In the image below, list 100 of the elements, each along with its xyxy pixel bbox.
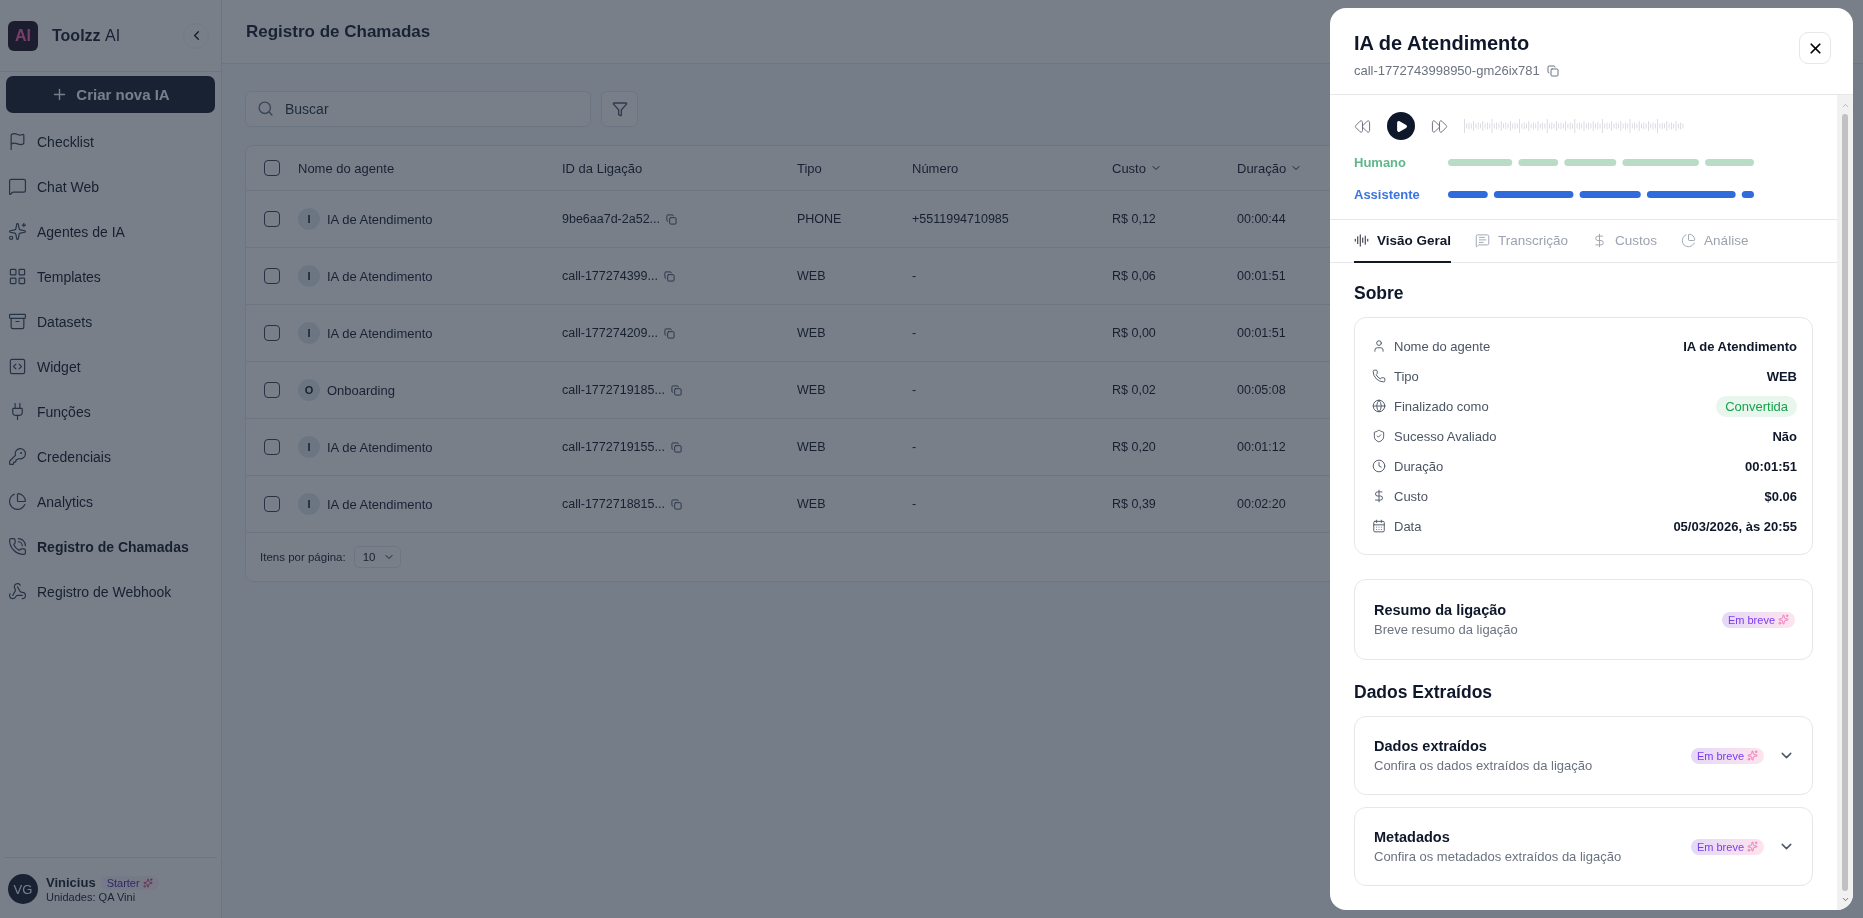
expandable-card[interactable]: Metadados Confira os metadados extraídos da ligação Em breve (1354, 807, 1813, 886)
table-cell: 00:01:51 (1237, 326, 1286, 340)
agent-avatar: I (298, 493, 320, 515)
column-header: Nome do agente (298, 160, 395, 176)
section-title: Sobre (1354, 283, 1405, 304)
table-cell: - (912, 440, 917, 454)
column-header: ID da Ligação (562, 160, 643, 176)
info-value: 00:01:51 (1744, 458, 1797, 474)
copy-icon[interactable] (1546, 64, 1559, 77)
sidebar-item[interactable]: Registro de Webhook (6, 569, 215, 614)
copy-icon[interactable] (663, 270, 675, 282)
card-title: Metadados (1374, 829, 1451, 845)
sidebar-item[interactable]: Widget (6, 344, 215, 389)
info-value: WEB (1766, 368, 1797, 384)
row-checkbox[interactable] (264, 325, 280, 341)
speaker-label: Assistente (1354, 186, 1421, 202)
sparkle-icon (1747, 841, 1758, 852)
sidebar-item[interactable]: Templates (6, 254, 215, 299)
rewind-icon (1354, 117, 1371, 135)
expandable-card[interactable]: Dados extraídos Confira os dados extraídos da ligação Em breve (1354, 716, 1813, 795)
sidebar-item[interactable]: Datasets (6, 299, 215, 344)
audio-lines-icon (1354, 233, 1369, 248)
table-cell: - (912, 269, 917, 283)
search-field[interactable]: Buscar (245, 91, 591, 127)
sidebar-item[interactable]: Chat Web (6, 164, 215, 209)
table-cell: WEB (797, 326, 826, 340)
fast-forward-button[interactable] (1431, 117, 1448, 135)
copy-icon[interactable] (670, 498, 682, 510)
row-checkbox[interactable] (264, 382, 280, 398)
tab[interactable]: Análise (1681, 220, 1749, 263)
select-all-checkbox[interactable] (264, 160, 280, 176)
agent-avatar: I (298, 322, 320, 344)
create-ai-button[interactable]: Criar nova IA (6, 76, 215, 113)
scrollbar[interactable] (1837, 95, 1853, 910)
row-checkbox[interactable] (264, 268, 280, 284)
agent-avatar: I (298, 265, 320, 287)
play-button[interactable] (1387, 112, 1415, 140)
scroll-down-icon[interactable] (1840, 895, 1850, 904)
call-id-cell: call-1772719155... (562, 440, 682, 454)
card-subtitle: Confira os metadados extraídos da ligação (1374, 849, 1623, 864)
app-logo: AI (8, 20, 38, 51)
fast-forward-icon (1431, 117, 1448, 135)
call-id: call-1772743998950-gm26ix781 (1354, 63, 1540, 78)
tab[interactable]: Custos (1592, 220, 1658, 263)
agent-avatar: I (298, 436, 320, 458)
scroll-up-icon[interactable] (1840, 101, 1850, 110)
table-cell: R$ 0,00 (1112, 326, 1156, 340)
copy-icon[interactable] (670, 441, 682, 453)
phone-icon (8, 537, 27, 556)
tab[interactable]: Transcrição (1475, 220, 1569, 263)
table-cell: WEB (797, 383, 826, 397)
close-button[interactable] (1799, 32, 1831, 64)
info-label: Sucesso Avaliado (1394, 428, 1498, 444)
call-id-cell: call-177274399... (562, 269, 675, 283)
copy-icon[interactable] (663, 327, 675, 339)
tab[interactable]: Visão Geral (1354, 220, 1452, 263)
call-id-cell: call-1772719185... (562, 383, 682, 397)
sidebar-item[interactable]: Agentes de IA (6, 209, 215, 254)
column-header[interactable]: Custo (1112, 160, 1162, 176)
info-label: Data (1394, 518, 1423, 534)
table-cell: WEB (797, 269, 826, 283)
sidebar-item[interactable]: Funções (6, 389, 215, 434)
filter-button[interactable] (601, 91, 638, 127)
plan-badge: Starter (100, 875, 159, 890)
table-cell: WEB (797, 497, 826, 511)
table-cell: 00:01:12 (1237, 440, 1286, 454)
copy-icon[interactable] (670, 384, 682, 396)
key-icon (8, 447, 27, 466)
table-cell: 00:01:51 (1237, 269, 1286, 283)
column-header[interactable]: Duração (1237, 160, 1303, 176)
collapse-button[interactable] (183, 22, 209, 49)
copy-icon[interactable] (666, 213, 677, 225)
agent-name: IA de Atendimento (327, 268, 433, 284)
table-cell: WEB (797, 440, 826, 454)
call-id-cell: call-177274209... (562, 326, 675, 340)
column-header: Tipo (797, 160, 822, 176)
table-cell: - (912, 497, 917, 511)
rewind-button[interactable] (1354, 117, 1371, 135)
info-label: Finalizado como (1394, 398, 1490, 414)
globe-icon (1372, 399, 1386, 413)
sidebar-item[interactable]: Credenciais (6, 434, 215, 479)
sidebar-item[interactable]: Analytics (6, 479, 215, 524)
page-size-select[interactable]: 10 (353, 546, 401, 568)
table-cell: R$ 0,12 (1112, 212, 1156, 226)
speaker-label: Humano (1354, 154, 1407, 170)
pagination-label: Itens por página: (260, 551, 346, 563)
row-checkbox[interactable] (264, 496, 280, 512)
grid-icon (8, 267, 27, 286)
user-unit: Unidades: QA Vini (46, 891, 137, 903)
drawer-title: IA de Atendimento (1354, 32, 1530, 55)
sidebar-item[interactable]: Checklist (6, 119, 215, 164)
info-value: 05/03/2026, às 20:55 (1673, 518, 1797, 534)
message-icon (1475, 233, 1491, 248)
page-title: Registro de Chamadas (246, 21, 431, 42)
row-checkbox[interactable] (264, 211, 280, 227)
call-id-cell: 9be6aa7d-2a52... (562, 212, 677, 226)
clock-icon (1372, 459, 1386, 473)
table-cell: R$ 0,39 (1112, 497, 1156, 511)
row-checkbox[interactable] (264, 439, 280, 455)
sparkles-icon (8, 222, 27, 241)
